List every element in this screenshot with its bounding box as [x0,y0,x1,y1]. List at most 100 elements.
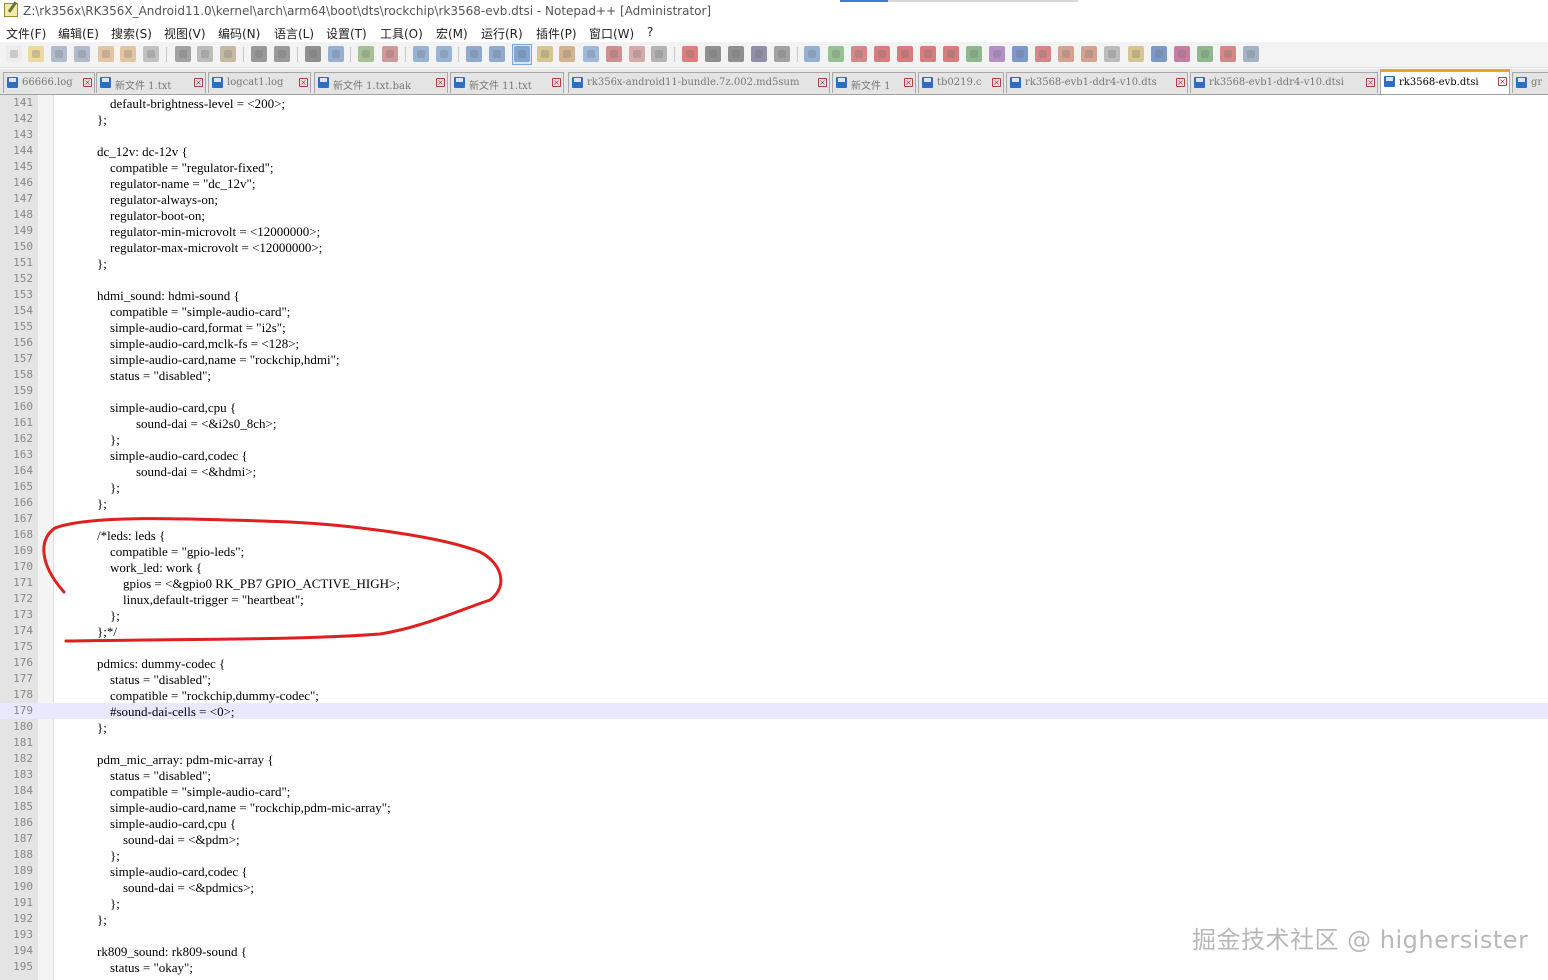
tab-document[interactable]: 新文件 1.txt.bak × [314,72,448,93]
code-line[interactable]: 180 }; [0,719,1548,735]
code-line[interactable]: 154 compatible = "simple-audio-card"; [0,303,1548,319]
menu-settings[interactable]: 设置(T) [326,25,367,42]
save-macro-icon[interactable] [774,46,790,62]
code-line[interactable]: 150 regulator-max-microvolt = <12000000>… [0,239,1548,255]
close-all-icon[interactable] [120,46,136,62]
tab-close-icon[interactable]: × [552,78,561,87]
code-line[interactable]: 181 [0,735,1548,751]
code-line[interactable]: 159 [0,383,1548,399]
plugin-edit-icon[interactable] [1128,46,1144,62]
folder-workspace-icon[interactable] [606,46,622,62]
code-line[interactable]: 165 }; [0,479,1548,495]
code-line[interactable]: 156 simple-audio-card,mclk-fs = <128>; [0,335,1548,351]
menu-tools[interactable]: 工具(O) [380,25,423,42]
tab-close-icon[interactable]: × [1498,77,1507,86]
paste-icon[interactable] [220,46,236,62]
code-line[interactable]: 189 simple-audio-card,codec { [0,863,1548,879]
redo-icon[interactable] [274,46,290,62]
menu-search[interactable]: 搜索(S) [111,25,152,42]
tab-document[interactable]: rk3568-evb1-ddr4-v10.dtsi × [1190,72,1378,93]
code-line[interactable]: 142 }; [0,111,1548,127]
code-line[interactable]: 188 }; [0,847,1548,863]
tab-close-icon[interactable]: × [904,78,913,87]
plugin-pin-icon[interactable] [1035,46,1051,62]
word-wrap-icon[interactable] [466,46,482,62]
function-list-icon[interactable] [583,46,599,62]
first-diff-icon[interactable] [874,46,890,62]
menu-encoding[interactable]: 编码(N) [218,25,260,42]
code-line[interactable]: 177 status = "disabled"; [0,671,1548,687]
run-macro-multiple-icon[interactable] [751,46,767,62]
code-line[interactable]: 152 [0,271,1548,287]
code-line[interactable]: 145 compatible = "regulator-fixed"; [0,159,1548,175]
tab-close-icon[interactable]: × [194,78,203,87]
menu-edit[interactable]: 编辑(E) [58,25,99,42]
code-line[interactable]: 186 simple-audio-card,cpu { [0,815,1548,831]
code-line[interactable]: 151 }; [0,255,1548,271]
code-line[interactable]: 143 [0,127,1548,143]
menu-window[interactable]: 窗口(W) [589,25,634,42]
code-line[interactable]: 144 dc_12v: dc-12v { [0,143,1548,159]
tab-document[interactable]: tb0219.c × [918,72,1004,93]
tab-close-icon[interactable]: × [83,78,92,87]
tab-close-icon[interactable]: × [1176,78,1185,87]
tab-close-icon[interactable]: × [992,78,1001,87]
tab-close-icon[interactable]: × [818,78,827,87]
menu-file[interactable]: 文件(F) [6,25,46,42]
plugin-doc2-icon[interactable] [1081,46,1097,62]
stop-macro-icon[interactable] [705,46,721,62]
menu-language[interactable]: 语言(L) [274,25,314,42]
code-line[interactable]: 161 sound-dai = <&i2s0_8ch>; [0,415,1548,431]
tab-document[interactable]: gr [1512,72,1548,93]
code-line[interactable]: 191 }; [0,895,1548,911]
close-icon[interactable] [98,46,114,62]
prev-diff-icon[interactable] [897,46,913,62]
code-line[interactable]: 153 hdmi_sound: hdmi-sound { [0,287,1548,303]
new-file-icon[interactable] [6,46,22,62]
code-line[interactable]: 173 }; [0,607,1548,623]
copy-icon[interactable] [197,46,213,62]
print-icon[interactable] [143,46,159,62]
ampersand-red-icon[interactable] [1174,46,1190,62]
doc-map-icon[interactable] [559,46,575,62]
arrows-icon[interactable] [1197,46,1213,62]
code-line[interactable]: 187 sound-dai = <&pdm>; [0,831,1548,847]
menu-macro[interactable]: 宏(M) [436,25,468,42]
code-line[interactable]: 162 }; [0,431,1548,447]
code-line[interactable]: 168 /*leds: leds { [0,527,1548,543]
cut-icon[interactable] [175,46,191,62]
code-line[interactable]: 164 sound-dai = <&hdmi>; [0,463,1548,479]
tab-document[interactable]: logcat1.log × [208,72,311,93]
user-language-icon[interactable] [537,46,553,62]
menu-plugins[interactable]: 插件(P) [536,25,577,42]
code-line[interactable]: 174 };*/ [0,623,1548,639]
ampersand-icon[interactable] [1151,46,1167,62]
code-line[interactable]: 169 compatible = "gpio-leds"; [0,543,1548,559]
code-line[interactable]: 157 simple-audio-card,name = "rockchip,h… [0,351,1548,367]
plugin-blue-icon[interactable] [1012,46,1028,62]
code-line[interactable]: 171 gpios = <&gpio0 RK_PB7 GPIO_ACTIVE_H… [0,575,1548,591]
code-line[interactable]: 160 simple-audio-card,cpu { [0,399,1548,415]
code-line[interactable]: 148 regulator-boot-on; [0,207,1548,223]
code-line[interactable]: 185 simple-audio-card,name = "rockchip,p… [0,799,1548,815]
editor-area[interactable]: 141 default-brightness-level = <200>; 142… [0,95,1548,980]
code-line[interactable]: 149 regulator-min-microvolt = <12000000>… [0,223,1548,239]
code-line[interactable]: 146 regulator-name = "dc_12v"; [0,175,1548,191]
monitor-icon[interactable] [629,46,645,62]
last-diff-icon[interactable] [943,46,959,62]
code-line[interactable]: 158 status = "disabled"; [0,367,1548,383]
zoom-out-icon[interactable] [382,46,398,62]
plugin-red-icon[interactable] [851,46,867,62]
sync-vertical-icon[interactable] [413,46,429,62]
tab-document[interactable]: 新文件 1.txt × [96,72,206,93]
undo-icon[interactable] [251,46,267,62]
play-macro-icon[interactable] [728,46,744,62]
view-icon[interactable] [651,46,667,62]
open-file-icon[interactable] [28,46,44,62]
tab-document[interactable]: 新文件 1 × [832,72,916,93]
plugin-green-icon[interactable] [966,46,982,62]
check-mark-icon[interactable] [1220,46,1236,62]
replace-icon[interactable] [328,46,344,62]
plugin-compare-icon[interactable] [804,46,820,62]
next-diff-icon[interactable] [920,46,936,62]
